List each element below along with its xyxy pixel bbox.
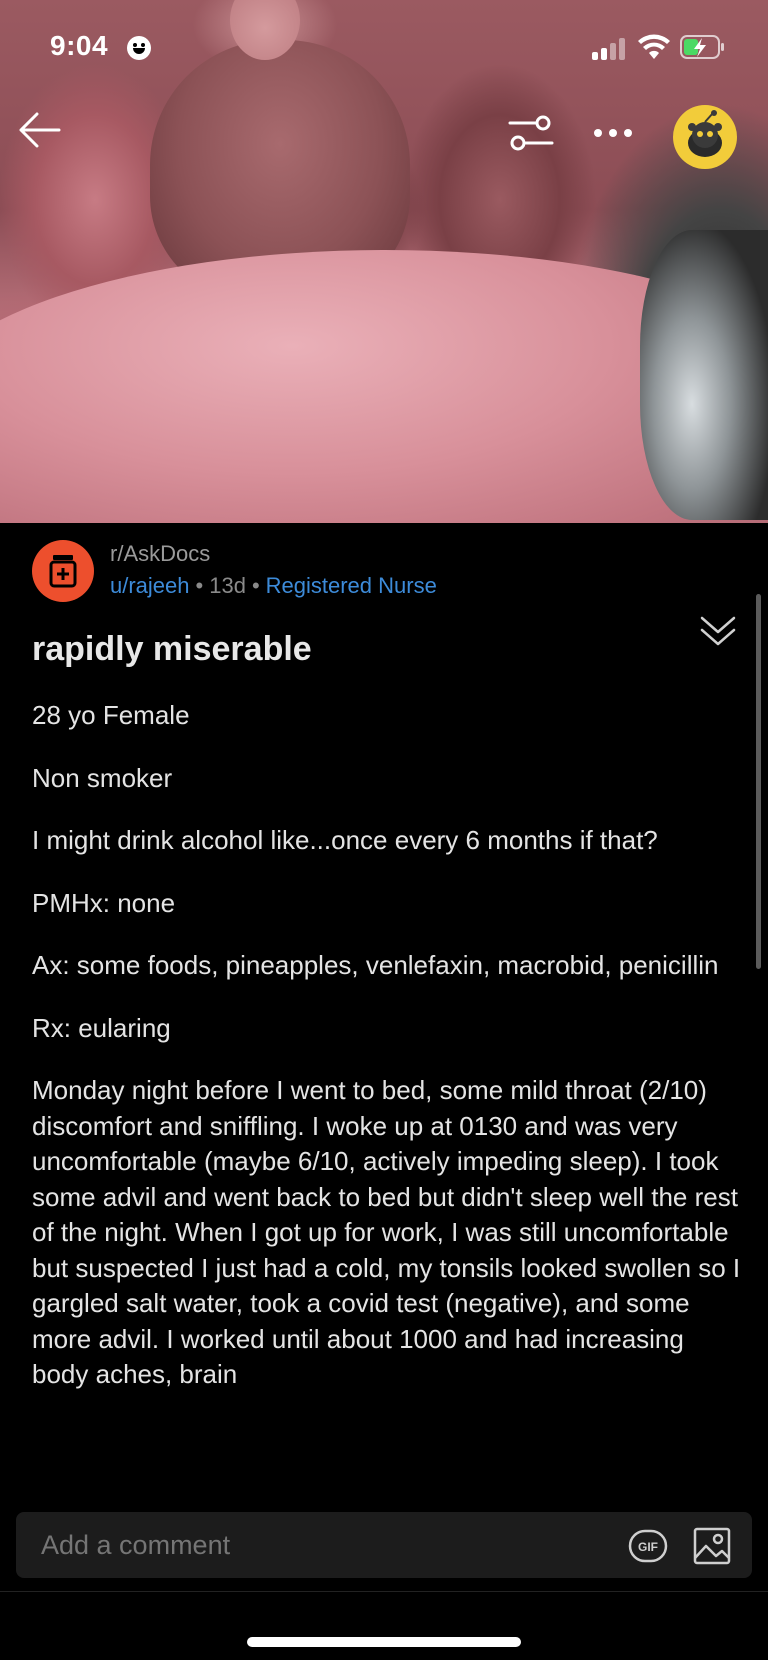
body-paragraph: Ax: some foods, pineapples, venlefaxin, … [32, 950, 719, 980]
body-paragraph: Non smoker [32, 762, 173, 793]
user-avatar-icon [688, 110, 722, 157]
image-icon [693, 1527, 731, 1565]
divider [0, 1591, 768, 1592]
body-paragraph: PMHx: none [32, 887, 176, 918]
body-paragraph: Rx: eularing [32, 1012, 171, 1043]
comment-input[interactable] [41, 1530, 561, 1561]
gif-button[interactable]: GIF [628, 1526, 668, 1566]
post-body: 28 yo Female Non smoker I might drink al… [32, 698, 744, 1488]
back-button[interactable] [8, 100, 68, 160]
post-header: r/AskDocs u/rajeeh • 13d • Registered Nurse [32, 538, 732, 602]
double-chevron-down-icon [700, 616, 736, 646]
comment-box[interactable]: GIF [16, 1512, 752, 1578]
more-options-icon [594, 129, 632, 137]
status-bar: 9:04 [0, 0, 768, 100]
sort-filter-button[interactable] [503, 105, 559, 161]
gif-icon: GIF [628, 1529, 668, 1563]
pill-bottle-icon [49, 555, 77, 588]
more-options-button[interactable] [585, 105, 641, 161]
sort-filter-icon [508, 115, 554, 151]
back-arrow-icon [19, 112, 61, 148]
post-age: 13d [209, 573, 246, 598]
body-paragraph: Monday night before I went to bed, some … [32, 1075, 741, 1389]
scrollbar[interactable] [756, 594, 761, 969]
battery-charging-icon [680, 35, 724, 59]
home-indicator[interactable] [247, 1637, 521, 1647]
cellular-signal-icon [592, 36, 626, 60]
meta-separator: • [195, 573, 204, 598]
body-paragraph: I might drink alcohol like...once every … [32, 825, 658, 855]
subreddit-name[interactable]: r/AskDocs [110, 541, 210, 567]
post-title: rapidly miserable [32, 630, 312, 668]
focus-smiley-icon [127, 36, 151, 60]
meta-separator: • [251, 573, 260, 598]
status-time: 9:04 [50, 30, 109, 61]
subreddit-icon[interactable] [32, 540, 94, 602]
add-image-button[interactable] [692, 1526, 732, 1566]
wifi-icon [638, 34, 670, 59]
author-link[interactable]: u/rajeeh [110, 573, 190, 598]
user-flair[interactable]: Registered Nurse [266, 573, 437, 598]
comment-bar: GIF [0, 1494, 768, 1660]
gif-label: GIF [638, 1540, 658, 1554]
teeth [640, 230, 768, 520]
post-meta: u/rajeeh • 13d • Registered Nurse [110, 573, 437, 599]
user-avatar-button[interactable] [673, 105, 737, 169]
body-paragraph: 28 yo Female [32, 700, 190, 730]
collapse-button[interactable] [698, 612, 738, 652]
